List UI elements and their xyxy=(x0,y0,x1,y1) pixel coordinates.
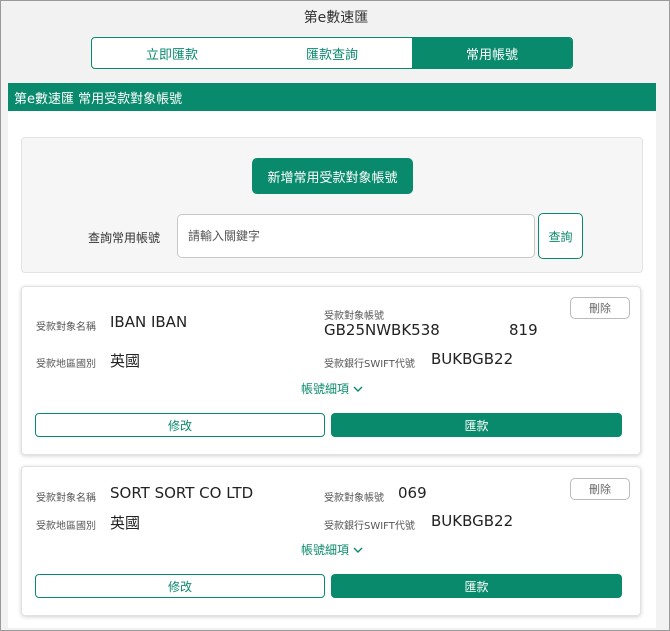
frequent-accounts-panel: 第e數速匯 常用受款對象帳號 新增常用受款對象帳號 查詢常用帳號 查詢 受款對象… xyxy=(8,83,656,628)
swift-value: BUKBGB22 xyxy=(431,512,514,530)
edit-button[interactable]: 修改 xyxy=(35,574,325,598)
app-title: 第e數速匯 xyxy=(303,10,369,26)
add-frequent-account-button[interactable]: 新增常用受款對象帳號 xyxy=(252,158,413,194)
region-label: 受款地區國別 xyxy=(36,521,96,532)
chevron-down-icon xyxy=(353,383,363,396)
account-no-value-end: 819 xyxy=(509,321,538,339)
search-input[interactable] xyxy=(177,214,535,258)
tab-bar: 立即匯款 匯款查詢 常用帳號 xyxy=(91,37,573,69)
remit-button[interactable]: 匯款 xyxy=(331,574,622,598)
account-card: 受款對象名稱 SORT SORT CO LTD 受款對象帳號 069 刪除 受款… xyxy=(21,466,641,616)
delete-button[interactable]: 刪除 xyxy=(570,297,630,319)
region-value: 英國 xyxy=(110,514,141,532)
account-no-value: 069 xyxy=(398,484,427,502)
edit-button[interactable]: 修改 xyxy=(35,413,325,437)
swift-value: BUKBGB22 xyxy=(431,350,514,368)
account-no-value: GB25NWBK538 xyxy=(324,321,440,339)
account-card: 受款對象名稱 IBAN IBAN 受款對象帳號 GB25NWBK538 819 … xyxy=(21,286,641,455)
tab-frequent-accounts[interactable]: 常用帳號 xyxy=(412,38,572,68)
tab-remit-now[interactable]: 立即匯款 xyxy=(92,38,252,68)
account-details-label: 帳號細項 xyxy=(300,543,349,557)
delete-button[interactable]: 刪除 xyxy=(570,478,630,500)
account-details-label: 帳號細項 xyxy=(300,382,349,396)
payee-name-label: 受款對象名稱 xyxy=(36,493,96,504)
swift-label: 受款銀行SWIFT代號 xyxy=(324,521,415,532)
tab-remit-query[interactable]: 匯款查詢 xyxy=(252,38,412,68)
swift-label: 受款銀行SWIFT代號 xyxy=(324,359,415,370)
account-no-label: 受款對象帳號 xyxy=(324,493,384,504)
chevron-down-icon xyxy=(353,544,363,557)
payee-name-value: IBAN IBAN xyxy=(110,313,188,331)
account-details-toggle[interactable]: 帳號細項 xyxy=(22,380,642,397)
panel-header: 第e數速匯 常用受款對象帳號 xyxy=(8,83,656,111)
region-value: 英國 xyxy=(110,352,141,370)
account-no-label: 受款對象帳號 xyxy=(324,311,384,322)
search-section: 新增常用受款對象帳號 查詢常用帳號 查詢 xyxy=(21,137,643,273)
search-button[interactable]: 查詢 xyxy=(538,213,583,259)
region-label: 受款地區國別 xyxy=(36,359,96,370)
remit-button[interactable]: 匯款 xyxy=(331,413,622,437)
account-details-toggle[interactable]: 帳號細項 xyxy=(22,541,642,558)
payee-name-label: 受款對象名稱 xyxy=(36,322,96,333)
search-label: 查詢常用帳號 xyxy=(88,231,161,245)
payee-name-value: SORT SORT CO LTD xyxy=(110,484,254,502)
